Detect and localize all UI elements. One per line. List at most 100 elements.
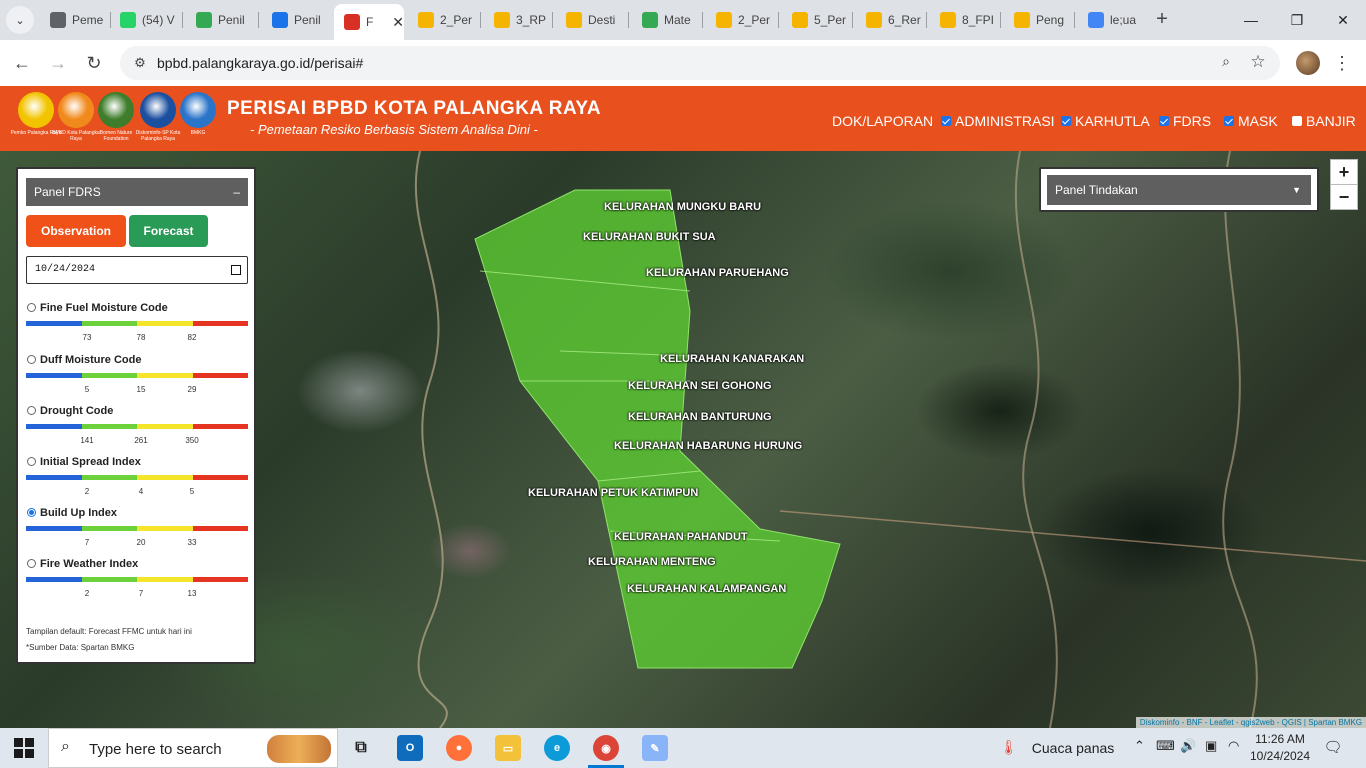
meet-now-icon[interactable]: ▣ bbox=[1205, 738, 1217, 754]
nav-mask-toggle[interactable]: MASK bbox=[1224, 113, 1278, 129]
dropdown-caret-icon[interactable]: ▼ bbox=[1292, 175, 1301, 205]
firefox-icon[interactable]: ● bbox=[446, 735, 472, 761]
kelurahan-label[interactable]: KELURAHAN KALAMPANGAN bbox=[627, 583, 786, 595]
browser-tab[interactable]: 2_Per bbox=[706, 4, 776, 36]
search-highlight-icon[interactable] bbox=[267, 735, 331, 763]
zoom-icon[interactable]: ⌕ bbox=[1216, 53, 1236, 73]
nav-administrasi-toggle[interactable]: ADMINISTRASI bbox=[941, 113, 1055, 129]
karhutla-checkbox[interactable] bbox=[1061, 116, 1071, 126]
bookmark-star-icon[interactable]: ☆ bbox=[1248, 52, 1268, 72]
browser-tab[interactable]: 3_RP bbox=[484, 4, 550, 36]
index-name: Duff Moisture Code bbox=[40, 354, 142, 366]
back-icon[interactable]: ← bbox=[8, 49, 36, 77]
kelurahan-label[interactable]: KELURAHAN BUKIT SUA bbox=[583, 231, 716, 243]
browser-tab[interactable]: F ✕ bbox=[334, 4, 404, 40]
keyboard-icon[interactable]: ⌨ bbox=[1156, 738, 1175, 754]
tab-search-chevron-icon[interactable]: ⌄ bbox=[6, 6, 34, 34]
browser-tab[interactable]: le;ua bbox=[1078, 4, 1146, 36]
fdrs-index-option[interactable]: Fine Fuel Moisture Code 73 78 82 bbox=[26, 302, 248, 348]
kelurahan-label[interactable]: KELURAHAN PAHANDUT bbox=[614, 531, 748, 543]
minimize-window-button[interactable]: — bbox=[1228, 6, 1274, 34]
administrasi-checkbox[interactable] bbox=[941, 116, 951, 126]
profile-avatar[interactable] bbox=[1296, 51, 1320, 75]
address-bar[interactable]: ⚙ bpbd.palangkaraya.go.id/perisai# ⌕ ☆ bbox=[120, 46, 1280, 80]
fdrs-index-option[interactable]: Build Up Index 7 20 33 bbox=[26, 507, 248, 553]
taskbar-clock[interactable]: 11:26 AM 10/24/2024 bbox=[1248, 731, 1312, 765]
index-radio-button[interactable] bbox=[27, 303, 36, 312]
panel-fdrs-header[interactable]: Panel FDRS – bbox=[26, 178, 248, 206]
restore-window-button[interactable]: ❐ bbox=[1274, 6, 1320, 34]
collapse-icon[interactable]: – bbox=[233, 178, 240, 206]
browser-tab[interactable]: Mate bbox=[632, 4, 700, 36]
nav-dok-laporan[interactable]: DOK/LAPORAN bbox=[832, 113, 933, 129]
reload-icon[interactable]: ↻ bbox=[80, 49, 108, 77]
banjir-checkbox[interactable] bbox=[1292, 116, 1302, 126]
weather-widget[interactable]: 🌡 Cuaca panas bbox=[1000, 739, 1114, 756]
close-window-button[interactable]: ✕ bbox=[1320, 6, 1366, 34]
scale-tick-label: 141 bbox=[80, 436, 94, 445]
task-view-icon[interactable]: ⧉ bbox=[348, 735, 374, 761]
new-tab-button[interactable]: + bbox=[1150, 8, 1174, 32]
browser-tab[interactable]: 8_FPI bbox=[930, 4, 998, 36]
chevron-up-icon[interactable]: ⌃ bbox=[1134, 738, 1145, 754]
fdrs-index-option[interactable]: Initial Spread Index 2 4 5 bbox=[26, 456, 248, 502]
file-explorer-icon[interactable]: ▭ bbox=[495, 735, 521, 761]
browser-tab[interactable]: Desti bbox=[556, 4, 626, 36]
index-radio-button[interactable] bbox=[27, 559, 36, 568]
kelurahan-label[interactable]: KELURAHAN KANARAKAN bbox=[660, 353, 804, 365]
browser-tab[interactable]: 6_Rer bbox=[856, 4, 924, 36]
nav-fdrs-toggle[interactable]: FDRS bbox=[1159, 113, 1211, 129]
date-input[interactable]: 10/24/2024 bbox=[26, 256, 248, 284]
kelurahan-label[interactable]: KELURAHAN SEI GOHONG bbox=[628, 380, 772, 392]
scale-segment bbox=[192, 321, 248, 326]
fdrs-checkbox[interactable] bbox=[1159, 116, 1169, 126]
map-zoom-out-button[interactable]: − bbox=[1330, 184, 1358, 210]
index-radio-button[interactable] bbox=[27, 457, 36, 466]
site-info-icon[interactable]: ⚙ bbox=[130, 53, 150, 73]
forward-icon[interactable]: → bbox=[44, 49, 72, 77]
nav-banjir-toggle[interactable]: BANJIR bbox=[1292, 113, 1356, 129]
browser-tab[interactable]: (54) V bbox=[110, 4, 180, 36]
taskbar-search[interactable]: ⌕ Type here to search bbox=[48, 728, 338, 768]
browser-tab[interactable]: Penil bbox=[186, 4, 256, 36]
volume-icon[interactable]: 🔊 bbox=[1180, 738, 1196, 754]
browser-tab[interactable]: Penil bbox=[262, 4, 328, 36]
notification-icon[interactable]: 🗨 bbox=[1322, 738, 1344, 758]
index-radio-button[interactable] bbox=[27, 508, 36, 517]
nav-karhutla-toggle[interactable]: KARHUTLA bbox=[1061, 113, 1150, 129]
map-zoom-in-button[interactable]: + bbox=[1330, 159, 1358, 185]
index-name: Initial Spread Index bbox=[40, 456, 141, 468]
mask-checkbox[interactable] bbox=[1224, 116, 1234, 126]
panel-tindakan-header[interactable]: Panel Tindakan ▼ bbox=[1047, 175, 1311, 205]
browser-tab[interactable]: Peme bbox=[40, 4, 108, 36]
outlook-icon[interactable]: O bbox=[397, 735, 423, 761]
close-tab-icon[interactable]: ✕ bbox=[392, 14, 404, 31]
fdrs-index-option[interactable]: Duff Moisture Code 5 15 29 bbox=[26, 354, 248, 400]
browser-menu-icon[interactable]: ⋮ bbox=[1330, 49, 1354, 77]
index-radio-button[interactable] bbox=[27, 406, 36, 415]
chrome-icon[interactable]: ◉ bbox=[593, 735, 619, 761]
kelurahan-label[interactable]: KELURAHAN PARUEHANG bbox=[646, 267, 789, 279]
kelurahan-label[interactable]: KELURAHAN HABARUNG HURUNG bbox=[614, 440, 802, 452]
calendar-icon[interactable] bbox=[231, 265, 241, 275]
paint-icon[interactable]: ✎ bbox=[642, 735, 668, 761]
index-radio-button[interactable] bbox=[27, 355, 36, 364]
wifi-icon[interactable]: ◠ bbox=[1228, 738, 1239, 754]
url-text[interactable]: bpbd.palangkaraya.go.id/perisai# bbox=[157, 55, 363, 71]
windows-start-icon[interactable] bbox=[14, 738, 34, 758]
fdrs-index-option[interactable]: Fire Weather Index 2 7 13 bbox=[26, 558, 248, 604]
browser-tab-label: 6_Rer bbox=[888, 13, 921, 27]
kelurahan-label[interactable]: KELURAHAN PETUK KATIMPUN bbox=[528, 487, 698, 499]
browser-tab[interactable]: 2_Per bbox=[408, 4, 478, 36]
forecast-button[interactable]: Forecast bbox=[129, 215, 208, 247]
browser-tab[interactable]: Peng bbox=[1004, 4, 1072, 36]
fdrs-index-option[interactable]: Drought Code 141 261 350 bbox=[26, 405, 248, 451]
kelurahan-label[interactable]: KELURAHAN MUNGKU BARU bbox=[604, 201, 761, 213]
map-attribution[interactable]: Diskominfo - BNF - Leaflet - qgis2web - … bbox=[1135, 717, 1366, 728]
observation-button[interactable]: Observation bbox=[26, 215, 126, 247]
edge-icon[interactable]: e bbox=[544, 735, 570, 761]
kelurahan-label[interactable]: KELURAHAN BANTURUNG bbox=[628, 411, 772, 423]
kelurahan-label[interactable]: KELURAHAN MENTENG bbox=[588, 556, 716, 568]
windows-taskbar: ⌕ Type here to search ⧉ O ● ▭ e ◉ ✎ 🌡 Cu… bbox=[0, 728, 1366, 768]
browser-tab[interactable]: 5_Per bbox=[782, 4, 850, 36]
